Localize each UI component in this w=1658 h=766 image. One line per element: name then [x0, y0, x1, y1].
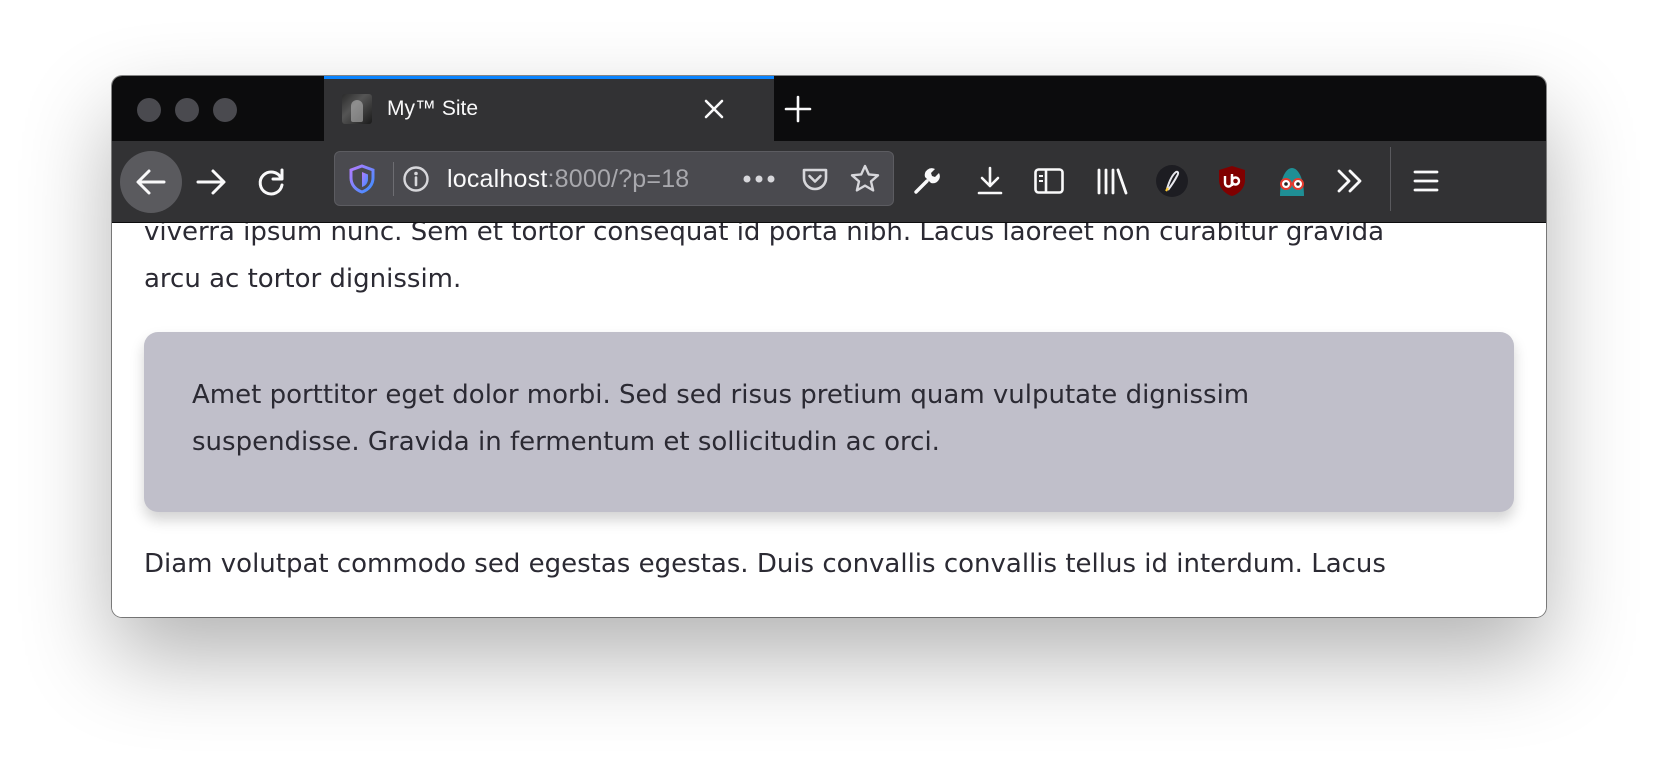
library-icon [1097, 168, 1128, 195]
pocket-icon [802, 168, 828, 191]
arrow-left-icon [136, 169, 166, 195]
developer-tools-button[interactable] [907, 161, 947, 201]
overflow-menu-button[interactable] [1330, 161, 1370, 201]
bookmark-button[interactable] [847, 161, 883, 197]
browser-window: My™ Site localhost:8000/?p=18 viverra ip… [112, 76, 1546, 617]
url-separator [393, 162, 394, 196]
arrow-right-icon [196, 169, 226, 195]
site-favicon-icon [342, 94, 372, 124]
minimize-window-button[interactable] [175, 98, 199, 122]
back-button[interactable] [120, 151, 182, 213]
page-actions-button[interactable] [739, 164, 779, 194]
tracking-protection-button[interactable] [347, 164, 377, 194]
paragraph-top: viverra ipsum nunc. Sem et tortor conseq… [144, 223, 1385, 294]
toolbar-separator [1390, 147, 1391, 211]
pocket-button[interactable] [797, 162, 833, 196]
tab-active[interactable]: My™ Site [324, 76, 774, 141]
tab-close-button[interactable] [701, 96, 727, 122]
callout-text: Amet porttitor eget dolor morbi. Sed sed… [192, 380, 1250, 457]
tab-title: My™ Site [387, 97, 479, 120]
hamburger-menu-icon [1413, 170, 1439, 192]
close-icon [704, 99, 724, 119]
shield-icon [349, 164, 375, 194]
reload-icon [258, 168, 284, 196]
ublock-origin-icon [1219, 166, 1245, 196]
tab-strip: My™ Site [112, 76, 1546, 141]
more-icon [743, 175, 775, 183]
download-icon [977, 166, 1003, 195]
site-info-button[interactable] [401, 164, 431, 194]
page-content: viverra ipsum nunc. Sem et tortor conseq… [112, 223, 1546, 617]
callout-box: Amet porttitor eget dolor morbi. Sed sed… [144, 332, 1514, 512]
reload-button[interactable] [250, 161, 292, 203]
navigation-toolbar: localhost:8000/?p=18 [112, 141, 1546, 223]
downloads-button[interactable] [970, 161, 1010, 201]
star-icon [850, 164, 880, 192]
app-menu-button[interactable] [1406, 161, 1446, 201]
info-icon [403, 166, 429, 192]
extension-pen-button[interactable] [1152, 161, 1192, 201]
overflow-chevrons-icon [1337, 169, 1362, 193]
sidebar-icon [1034, 168, 1064, 194]
url-host: localhost [447, 165, 548, 193]
new-tab-button[interactable] [782, 93, 814, 125]
url-text[interactable]: localhost:8000/?p=18 [447, 164, 689, 194]
sidebar-toggle-button[interactable] [1029, 161, 1069, 201]
extension-mascot-button[interactable] [1272, 161, 1312, 201]
plus-icon [784, 95, 812, 123]
url-path: :8000/?p=18 [547, 165, 690, 193]
paragraph-bottom: Diam volutpat commodo sed egestas egesta… [144, 549, 1386, 579]
wrench-icon [914, 168, 940, 194]
extension-pen-icon [1156, 165, 1188, 197]
url-bar[interactable]: localhost:8000/?p=18 [334, 151, 894, 206]
ublock-origin-button[interactable] [1212, 161, 1252, 201]
zoom-window-button[interactable] [213, 98, 237, 122]
extension-mascot-icon [1280, 168, 1304, 196]
library-button[interactable] [1092, 161, 1132, 201]
close-window-button[interactable] [137, 98, 161, 122]
forward-button[interactable] [190, 161, 232, 203]
